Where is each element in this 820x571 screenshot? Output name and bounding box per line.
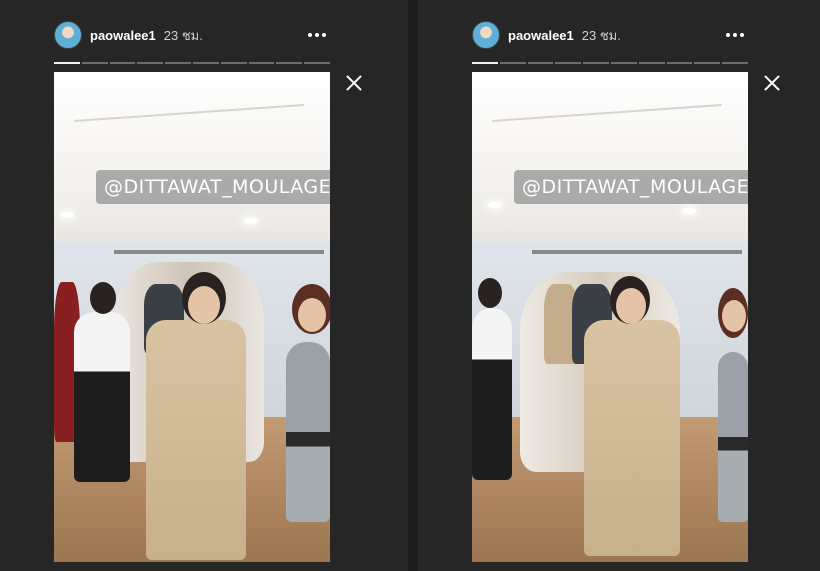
progress-segment xyxy=(192,62,219,64)
ceiling-light xyxy=(60,212,74,218)
avatar[interactable] xyxy=(54,21,82,49)
story-header: paowalee1 23 ชม. xyxy=(472,20,748,50)
more-options-icon[interactable] xyxy=(722,29,748,41)
progress-segment xyxy=(54,62,80,64)
progress-segment xyxy=(165,62,191,64)
progress-segment xyxy=(666,62,693,64)
progress-segment xyxy=(276,62,303,64)
progress-segment xyxy=(137,62,164,64)
username[interactable]: paowalee1 xyxy=(508,28,574,43)
panel-divider xyxy=(408,0,418,571)
person-background xyxy=(472,308,512,480)
clothing-rack xyxy=(114,250,324,254)
story-photo[interactable]: @DITTAWAT_MOULAGE xyxy=(472,72,748,562)
story-viewer-left: paowalee1 23 ชม. @DITTAWAT_MOULAGE xyxy=(0,0,408,571)
story-viewer-right: paowalee1 23 ชม. @DITTAWAT_MOULAGE xyxy=(418,0,820,571)
story-photo[interactable]: @DITTAWAT_MOULAGE xyxy=(54,72,330,562)
ceiling-light xyxy=(488,202,502,208)
story-progress-bar xyxy=(472,62,748,64)
person-face xyxy=(722,300,746,332)
person-dress xyxy=(718,352,748,522)
timestamp: 23 ชม. xyxy=(163,27,203,43)
username[interactable]: paowalee1 xyxy=(90,28,156,43)
photo-ceiling xyxy=(54,72,330,242)
progress-segment xyxy=(722,62,748,64)
ceiling-light xyxy=(244,218,258,224)
progress-segment xyxy=(499,62,526,64)
person-background xyxy=(74,312,130,482)
person-head xyxy=(478,278,502,308)
person-dress xyxy=(286,342,330,522)
person-face xyxy=(188,286,220,324)
progress-segment xyxy=(527,62,554,64)
avatar[interactable] xyxy=(472,21,500,49)
ceiling-light xyxy=(682,208,696,214)
person-face xyxy=(616,288,646,324)
person-face xyxy=(298,298,326,332)
photo-ceiling xyxy=(472,72,748,242)
progress-segment xyxy=(583,62,609,64)
clothing-rack xyxy=(532,250,742,254)
person-suit xyxy=(584,320,680,556)
progress-segment xyxy=(555,62,582,64)
story-header: paowalee1 23 ชม. xyxy=(54,20,330,50)
more-options-icon[interactable] xyxy=(304,29,330,41)
close-icon[interactable] xyxy=(762,73,782,93)
story-progress-bar xyxy=(54,62,330,64)
progress-segment xyxy=(694,62,721,64)
progress-segment xyxy=(610,62,637,64)
timestamp: 23 ชม. xyxy=(581,27,621,43)
close-icon[interactable] xyxy=(344,73,364,93)
progress-segment xyxy=(248,62,275,64)
person-suit xyxy=(146,320,246,560)
progress-segment xyxy=(109,62,136,64)
mention-tag[interactable]: @DITTAWAT_MOULAGE xyxy=(96,170,330,204)
progress-segment xyxy=(81,62,108,64)
progress-segment xyxy=(638,62,665,64)
mention-tag[interactable]: @DITTAWAT_MOULAGE xyxy=(514,170,748,204)
progress-segment xyxy=(220,62,247,64)
person-head xyxy=(90,282,116,314)
progress-segment xyxy=(304,62,330,64)
progress-segment xyxy=(472,62,498,64)
